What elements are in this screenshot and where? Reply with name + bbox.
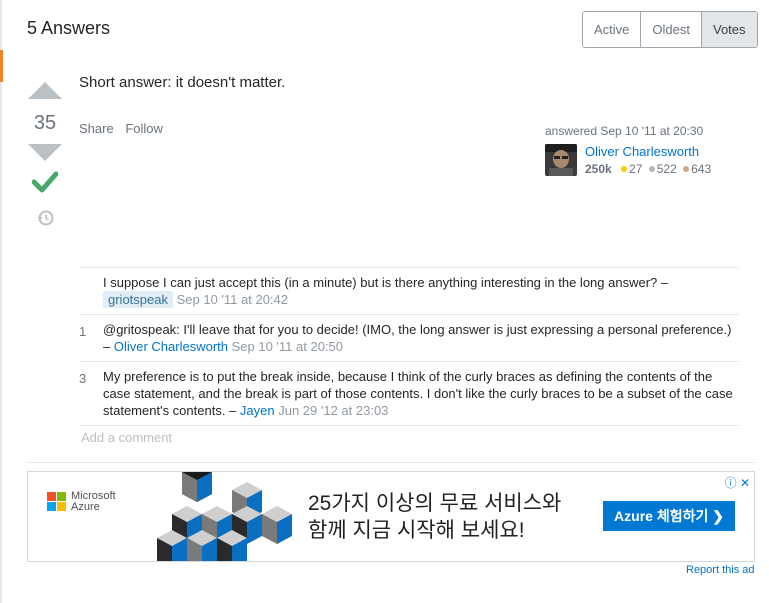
user-details: Oliver Charlesworth 250k 27 522 643 — [585, 144, 711, 176]
share-link[interactable]: Share — [79, 121, 114, 136]
comment-date[interactable]: Sep 10 '11 at 20:50 — [232, 339, 343, 354]
comment-score — [79, 274, 103, 308]
comment: I suppose I can just accept this (in a m… — [79, 268, 739, 315]
add-comment-link[interactable]: Add a comment — [81, 430, 172, 445]
section-divider — [27, 462, 755, 463]
vote-count: 35 — [33, 112, 57, 134]
adchoices-icon[interactable]: ⓘ ✕ — [725, 474, 750, 491]
silver-badge-count: 522 — [656, 162, 677, 176]
history-icon[interactable] — [36, 209, 54, 227]
ad-brand: Microsoft Azure — [71, 491, 116, 513]
comment: 1 @gritospeak: I'll leave that for you t… — [79, 315, 739, 362]
answered-timestamp[interactable]: Sep 10 '11 at 20:30 — [600, 124, 703, 138]
sort-tab-oldest[interactable]: Oldest — [641, 12, 702, 47]
report-ad-link[interactable]: Report this ad — [686, 564, 754, 576]
silver-badge-icon — [648, 166, 655, 173]
ad-headline: 25가지 이상의 무료 서비스와 함께 지금 시작해 보세요! — [308, 490, 561, 544]
microsoft-logo-icon — [47, 492, 66, 511]
upvote-arrow-icon[interactable] — [28, 82, 62, 99]
left-rule — [0, 0, 2, 603]
sort-tab-votes[interactable]: Votes — [701, 12, 757, 47]
follow-link[interactable]: Follow — [125, 121, 163, 136]
comment-score: 1 — [79, 324, 87, 339]
comment-user-link[interactable]: Jayen — [240, 403, 275, 418]
comment-body: @gritospeak: I'll leave that for you to … — [103, 321, 739, 355]
left-accent-bar — [0, 50, 3, 82]
answered-label: answered — [545, 124, 598, 138]
comment-text: My preference is to put the break inside… — [103, 369, 733, 418]
reputation-score: 250k — [585, 162, 612, 176]
downvote-arrow-icon[interactable] — [28, 144, 62, 161]
comment-user-link[interactable]: griotspeak — [103, 291, 173, 308]
avatar-image — [545, 144, 577, 176]
comment-body: I suppose I can just accept this (in a m… — [103, 274, 739, 308]
comment-date[interactable]: Sep 10 '11 at 20:42 — [177, 292, 288, 307]
user-action-time: answered Sep 10 '11 at 20:30 — [545, 124, 703, 138]
answers-count-title: 5 Answers — [27, 18, 111, 38]
vote-cell: 35 — [28, 82, 62, 227]
user-name-link[interactable]: Oliver Charlesworth — [585, 144, 711, 159]
comment-date[interactable]: Jun 29 '12 at 23:03 — [278, 403, 388, 418]
cube-graphic — [157, 472, 292, 561]
gold-badge-icon — [621, 166, 628, 173]
ad-brand-line2: Azure — [71, 501, 100, 513]
sort-tabs: Active Oldest Votes — [582, 11, 758, 48]
bronze-badge-icon — [683, 166, 690, 173]
ad-cta-button[interactable]: Azure 체험하기 ❯ — [603, 501, 735, 531]
comments-list: I suppose I can just accept this (in a m… — [79, 267, 739, 426]
avatar[interactable] — [545, 144, 577, 176]
user-reputation-line: 250k 27 522 643 — [585, 162, 711, 176]
bronze-badge-count: 643 — [691, 162, 712, 176]
comment-text: I suppose I can just accept this (in a m… — [103, 275, 669, 290]
post-menu: Share Follow — [79, 121, 171, 136]
comment-score: 3 — [79, 371, 87, 386]
comment: 3 My preference is to put the break insi… — [79, 362, 739, 426]
accepted-check-icon — [32, 171, 58, 193]
gold-badge-count: 27 — [629, 162, 643, 176]
sort-tab-active[interactable]: Active — [583, 12, 642, 47]
ad-banner[interactable]: Microsoft Azure 25가지 이상의 무료 서비스와 함께 지금 시… — [27, 471, 755, 562]
answer-body: Short answer: it doesn't matter. — [79, 74, 286, 91]
comment-body: My preference is to put the break inside… — [103, 368, 739, 419]
ad-headline-line1: 25가지 이상의 무료 서비스와 — [308, 492, 562, 515]
user-card: answered Sep 10 '11 at 20:30 Oliver Char… — [545, 124, 711, 176]
comment-user-link[interactable]: Oliver Charlesworth — [114, 339, 228, 354]
ad-headline-line2: 함께 지금 시작해 보세요! — [308, 519, 525, 542]
